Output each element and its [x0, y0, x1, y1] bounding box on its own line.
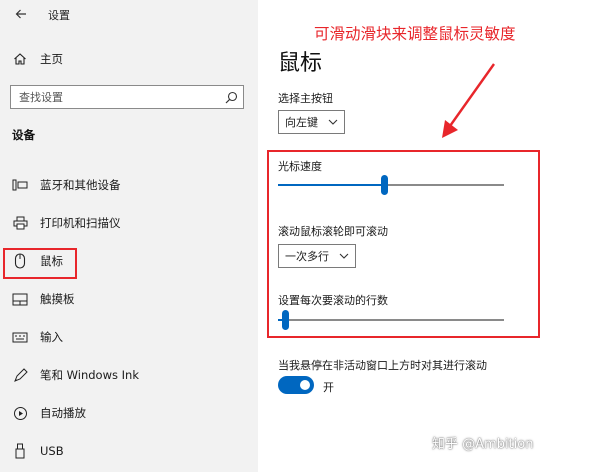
printer-icon — [0, 216, 40, 230]
sidebar-item-label: 打印机和扫描仪 — [40, 216, 121, 230]
inactive-scroll-toggle[interactable] — [278, 376, 314, 394]
usb-icon — [0, 443, 40, 459]
search-box[interactable]: 查找设置 — [10, 85, 244, 109]
sidebar: 设置 主页 查找设置 设备 蓝牙和其他设备 打印机和扫描仪 鼠标 触摸板 输入 … — [0, 0, 258, 472]
section-heading: 设备 — [12, 128, 35, 142]
sidebar-item-printers[interactable]: 打印机和扫描仪 — [0, 204, 258, 242]
toggle-knob — [300, 380, 310, 390]
home-icon — [0, 52, 40, 66]
sidebar-item-home[interactable]: 主页 — [0, 46, 258, 72]
sidebar-item-usb[interactable]: USB — [0, 432, 258, 470]
annotation-text: 可滑动滑块来调整鼠标灵敏度 — [314, 25, 516, 43]
sidebar-item-typing[interactable]: 输入 — [0, 318, 258, 356]
touchpad-icon — [0, 293, 40, 306]
primary-button-dropdown[interactable]: 向左键 — [278, 110, 345, 134]
lines-per-scroll-label: 设置每次要滚动的行数 — [278, 294, 388, 307]
cursor-speed-slider[interactable] — [278, 175, 504, 195]
wheel-scroll-dropdown[interactable]: 一次多行 — [278, 244, 356, 268]
sidebar-item-label: USB — [40, 444, 64, 458]
sidebar-item-label: 输入 — [40, 330, 63, 344]
watermark: 知乎 @Ambition — [432, 437, 534, 452]
sidebar-item-mouse[interactable]: 鼠标 — [0, 242, 258, 280]
inactive-scroll-label: 当我悬停在非活动窗口上方时对其进行滚动 — [278, 359, 487, 372]
annotation-arrow — [442, 63, 495, 138]
slider-thumb[interactable] — [282, 310, 289, 330]
autoplay-icon — [0, 406, 40, 421]
pen-icon — [0, 367, 40, 383]
page-title: 鼠标 — [278, 51, 323, 76]
sidebar-item-label: 自动播放 — [40, 406, 86, 420]
toggle-state-label: 开 — [323, 381, 334, 394]
selection-highlight — [3, 248, 77, 279]
lines-per-scroll-slider[interactable] — [278, 310, 504, 330]
sidebar-item-label: 主页 — [40, 52, 63, 66]
chevron-down-icon — [328, 119, 338, 125]
cursor-speed-label: 光标速度 — [278, 160, 322, 173]
sidebar-item-bluetooth[interactable]: 蓝牙和其他设备 — [0, 166, 258, 204]
window-title: 设置 — [48, 9, 70, 22]
primary-button-label: 选择主按钮 — [278, 92, 333, 105]
search-icon[interactable] — [219, 91, 243, 104]
arrow-left-icon — [15, 9, 26, 19]
slider-track — [278, 319, 504, 321]
bluetooth-devices-icon — [0, 178, 40, 192]
chevron-down-icon — [339, 253, 349, 259]
sidebar-item-touchpad[interactable]: 触摸板 — [0, 280, 258, 318]
search-input[interactable]: 查找设置 — [19, 89, 219, 105]
slider-fill — [278, 184, 384, 186]
wheel-scroll-label: 滚动鼠标滚轮即可滚动 — [278, 225, 388, 238]
sidebar-item-autoplay[interactable]: 自动播放 — [0, 394, 258, 432]
back-button[interactable] — [10, 4, 32, 24]
sidebar-item-pen[interactable]: 笔和 Windows Ink — [0, 356, 258, 394]
sidebar-item-label: 笔和 Windows Ink — [40, 368, 139, 382]
slider-thumb[interactable] — [381, 175, 388, 195]
dropdown-value: 向左键 — [285, 116, 318, 129]
dropdown-value: 一次多行 — [285, 250, 329, 263]
sidebar-item-label: 触摸板 — [40, 292, 75, 306]
sidebar-nav: 蓝牙和其他设备 打印机和扫描仪 鼠标 触摸板 输入 笔和 Windows Ink… — [0, 166, 258, 470]
keyboard-icon — [0, 332, 40, 343]
sidebar-item-label: 蓝牙和其他设备 — [40, 178, 121, 192]
